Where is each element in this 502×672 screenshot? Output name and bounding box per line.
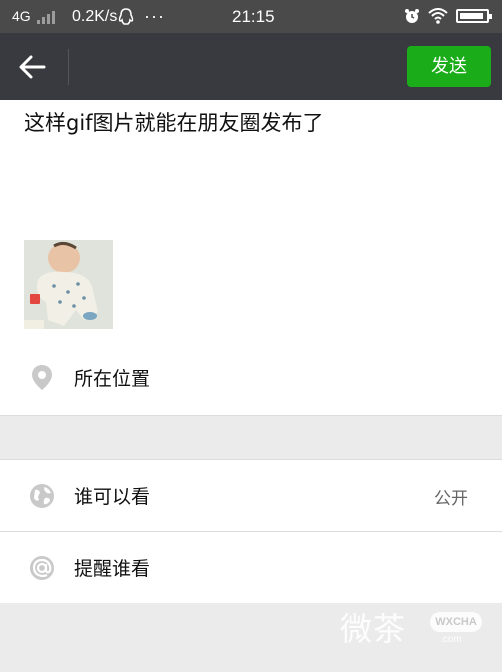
visibility-row[interactable]: 谁可以看 公开 [0, 460, 502, 531]
section-gap [0, 416, 502, 459]
more-indicator: ··· [144, 6, 165, 26]
mention-label: 提醒谁看 [74, 558, 151, 580]
clock: 21:15 [232, 7, 275, 26]
battery-icon [456, 9, 492, 23]
at-sign-icon [30, 556, 54, 580]
location-pin-icon [32, 365, 52, 390]
signal-icon [37, 10, 61, 24]
visibility-value: 公开 [434, 489, 468, 509]
mention-row[interactable]: 提醒谁看 [0, 532, 502, 603]
alarm-icon [405, 9, 419, 23]
visibility-label: 谁可以看 [74, 486, 151, 508]
watermark-text: 微茶 [340, 610, 407, 648]
post-text-input[interactable]: 这样gif图片就能在朋友圈发布了 [24, 106, 478, 140]
title-bar: 发送 [0, 33, 502, 100]
title-divider [68, 49, 69, 85]
back-arrow-icon[interactable] [14, 49, 50, 85]
watermark-url: .com [440, 634, 462, 645]
bottom-area [0, 603, 502, 672]
image-thumbnail[interactable] [24, 240, 113, 329]
baby-photo [24, 240, 113, 329]
status-bar: 4G 0.2K/s ··· 21:15 [0, 0, 502, 33]
wifi-icon [428, 8, 448, 24]
watermark-badge: WXCHA [430, 612, 482, 632]
globe-icon [30, 484, 54, 508]
network-speed: 0.2K/s [72, 8, 118, 25]
location-label: 所在位置 [74, 368, 151, 390]
network-type: 4G [12, 8, 31, 24]
location-row[interactable]: 所在位置 [0, 340, 502, 415]
qq-icon [118, 8, 134, 25]
send-button[interactable]: 发送 [407, 46, 491, 87]
